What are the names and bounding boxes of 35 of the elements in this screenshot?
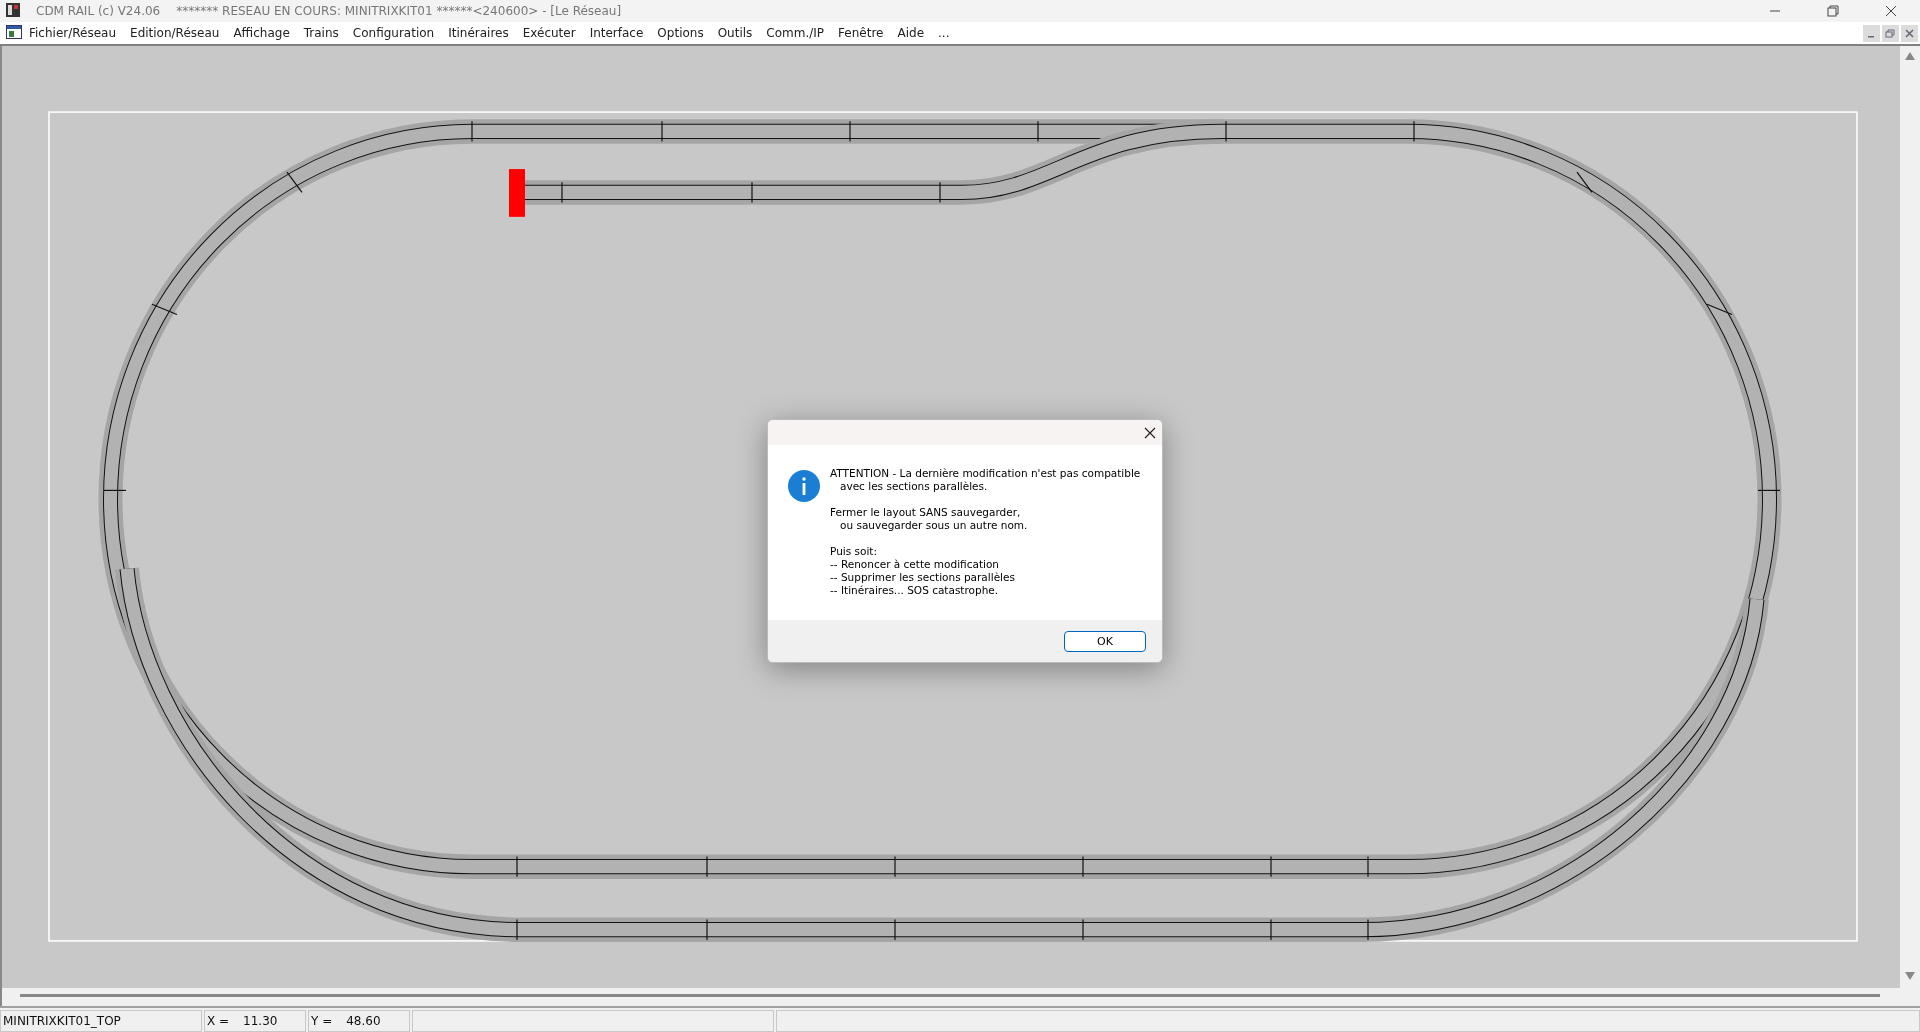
- x-label: X =: [207, 1014, 230, 1028]
- x-value: 11.30: [243, 1014, 278, 1028]
- dialog-message: Puis soit: -- Renoncer à cette modification -- Supprimer les sections parallèles -- Itinéraires... SOS catastrophe.: [830, 545, 1016, 597]
- app-title: CDM RAIL (c) V24.06: [36, 4, 161, 18]
- document-icon[interactable]: [6, 24, 22, 39]
- menu-item[interactable]: Fichier/Réseau: [22, 26, 124, 40]
- dialog-message: ATTENTION - La dernière modification n'est pas compatible avec les sections parallèles.: [830, 467, 1141, 493]
- menu-item[interactable]: Outils: [710, 26, 760, 40]
- minimize-icon[interactable]: [1863, 24, 1880, 42]
- app-icon: [6, 2, 20, 17]
- menu-item[interactable]: Configuration: [345, 26, 442, 40]
- y-label: Y =: [311, 1014, 333, 1028]
- menu-item[interactable]: Comm./IP: [759, 26, 832, 40]
- menu-item[interactable]: Affichage: [226, 26, 297, 40]
- menu-item[interactable]: Fenêtre: [831, 26, 891, 40]
- y-value: 48.60: [346, 1014, 381, 1028]
- restore-icon[interactable]: [1882, 24, 1899, 42]
- menu-item[interactable]: Edition/Réseau: [123, 26, 227, 40]
- menu-item[interactable]: Trains: [296, 26, 346, 40]
- info-icon: [788, 470, 820, 502]
- close-icon[interactable]: [1144, 426, 1156, 439]
- ok-button[interactable]: OK: [1064, 630, 1146, 652]
- menu-item[interactable]: Itinéraires: [441, 26, 516, 40]
- scroll-up-icon[interactable]: [1905, 52, 1915, 60]
- menu-item[interactable]: Aide: [890, 26, 931, 40]
- menu-item[interactable]: Exécuter: [515, 26, 583, 40]
- menu-item[interactable]: ...: [931, 26, 957, 40]
- menu-item[interactable]: Options: [650, 26, 711, 40]
- document-title: ******* RESEAU EN COURS: MINITRIXKIT01 ******<240600> - [Le Réseau]: [176, 4, 622, 18]
- dialog-message: Fermer le layout SANS sauvegarder, ou sauvegarder sous un autre nom.: [830, 506, 1029, 532]
- scroll-down-icon[interactable]: [1905, 972, 1915, 980]
- buffer-stop: [509, 169, 525, 217]
- layout-name: MINITRIXKIT01_TOP: [3, 1014, 121, 1028]
- horizontal-scrollbar[interactable]: [20, 994, 1880, 998]
- menu-item[interactable]: Interface: [582, 26, 651, 40]
